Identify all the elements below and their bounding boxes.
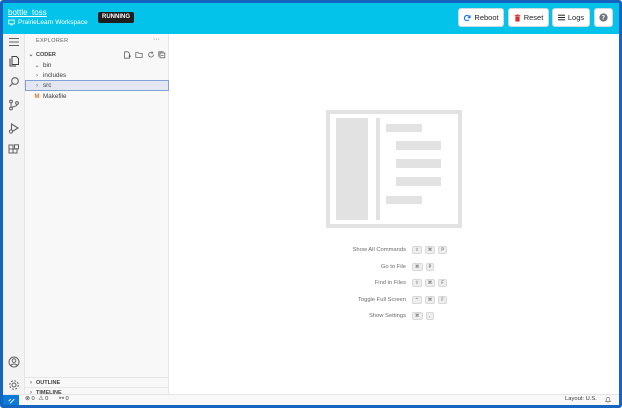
coder-section-label: CODER: [36, 52, 56, 58]
tree-item-label: src: [43, 82, 52, 89]
collapse-all-icon[interactable]: [158, 51, 166, 59]
trash-icon: [514, 13, 521, 21]
workspace-label: PrairieLearn Workspace: [8, 19, 88, 26]
key-cap: ⌘: [424, 246, 436, 254]
new-file-icon[interactable]: [123, 51, 131, 59]
error-count: 0: [31, 396, 35, 402]
reset-label: Reset: [523, 13, 544, 22]
files-icon[interactable]: [8, 55, 20, 67]
explorer-sidebar: EXPLORER ··· ⌄ CODER ⌄ bin › includes › …: [25, 34, 169, 396]
shortcut-keys: ⇧ ⌘ P: [412, 246, 447, 254]
outline-section-header[interactable]: › OUTLINE: [25, 377, 169, 387]
reboot-label: Reboot: [474, 13, 499, 22]
antenna-icon: ⚯: [59, 396, 64, 402]
problems-indicator[interactable]: ⊗ 0 ⚠ 0: [25, 396, 48, 402]
chevron-right-icon: ›: [30, 379, 32, 386]
workspace-header: bottle_toss PrairieLearn Workspace RUNNI…: [3, 3, 619, 34]
notifications-bell-icon[interactable]: [604, 396, 612, 405]
error-icon: ⊗: [25, 396, 30, 402]
refresh-icon: [464, 14, 471, 21]
ports-indicator[interactable]: ⚯ 0: [59, 396, 69, 402]
key-cap: ^: [412, 295, 422, 304]
keyboard-layout[interactable]: Layout: U.S.: [565, 396, 597, 402]
key-cap: ⇧: [412, 279, 422, 288]
shortcut-keys: ⇧ ⌘ F: [412, 279, 447, 288]
shortcut-keys: ^ ⌘ F: [412, 295, 447, 304]
shortcut-row: Show Settings ⌘,: [169, 312, 619, 322]
tree-item-makefile[interactable]: M Makefile: [25, 91, 169, 102]
reset-button[interactable]: Reset: [508, 8, 549, 27]
key-cap: ⇧: [412, 246, 422, 254]
shortcut-row: Show All Commands ⇧ ⌘ P: [169, 246, 619, 256]
status-bar: ⊗ 0 ⚠ 0 ⚯ 0 Layout: U.S.: [3, 394, 619, 405]
key-cap: ,: [425, 312, 434, 321]
chevron-right-icon: ›: [36, 82, 38, 89]
activity-bar: [3, 34, 25, 394]
chevron-down-icon: ⌄: [28, 52, 34, 58]
key-cap: P: [425, 262, 435, 271]
manage-gear-icon[interactable]: [8, 379, 20, 391]
key-cap: ⌘: [412, 312, 423, 321]
coder-section-header[interactable]: ⌄ CODER: [25, 50, 169, 60]
key-cap: ⌘: [424, 295, 436, 304]
editor-area: Show All Commands ⇧ ⌘ P Go to File ⌘ P Find in …: [169, 34, 619, 394]
refresh-explorer-icon[interactable]: [147, 51, 155, 59]
key-cap: P: [438, 246, 447, 254]
desktop-icon: [8, 19, 15, 26]
remote-indicator[interactable]: [3, 395, 19, 405]
extensions-icon[interactable]: [8, 144, 20, 156]
list-icon: [557, 14, 565, 21]
logs-label: Logs: [567, 13, 585, 22]
help-button[interactable]: ?: [594, 8, 613, 27]
key-cap: F: [438, 279, 447, 288]
status-badge: RUNNING: [98, 12, 134, 23]
key-cap: ⌘: [424, 279, 436, 288]
shortcut-row: Go to File ⌘ P: [169, 262, 619, 273]
shortcut-keys: ⌘,: [412, 312, 434, 321]
question-circle-icon: ?: [599, 13, 608, 22]
new-folder-icon[interactable]: [135, 51, 143, 59]
vscode-watermark-logo: [326, 110, 462, 228]
makefile-icon: M: [34, 93, 40, 100]
tree-item-src[interactable]: › src: [25, 80, 169, 91]
shortcut-label[interactable]: Show Settings: [369, 313, 406, 319]
shortcut-label[interactable]: Show All Commands: [353, 247, 406, 253]
more-actions-icon[interactable]: ···: [153, 36, 160, 43]
key-cap: F: [438, 295, 447, 304]
warning-count: 0: [45, 396, 49, 402]
menu-icon[interactable]: [8, 36, 20, 48]
outline-label: OUTLINE: [36, 379, 61, 386]
account-icon[interactable]: [8, 356, 20, 368]
shortcut-label[interactable]: Find in Files: [375, 280, 406, 286]
tree-item-label: Makefile: [43, 93, 67, 100]
key-cap: ⌘: [412, 262, 423, 271]
tree-item-label: bin: [43, 62, 52, 69]
workspace-label-text: PrairieLearn Workspace: [18, 19, 88, 26]
chevron-right-icon: ›: [36, 72, 38, 79]
shortcut-label[interactable]: Toggle Full Screen: [358, 297, 406, 303]
ports-count: 0: [65, 396, 69, 402]
chevron-down-icon: ⌄: [34, 63, 40, 69]
logs-button[interactable]: Logs: [552, 8, 590, 27]
workspace-window: bottle_toss PrairieLearn Workspace RUNNI…: [0, 0, 622, 408]
remote-icon: [7, 398, 15, 404]
shortcut-keys: ⌘ P: [412, 262, 435, 271]
run-debug-icon[interactable]: [8, 122, 20, 134]
tree-item-label: includes: [43, 72, 67, 79]
source-control-icon[interactable]: [8, 99, 20, 111]
warning-icon: ⚠: [38, 396, 44, 402]
project-title-link[interactable]: bottle_toss: [8, 8, 47, 17]
reboot-button[interactable]: Reboot: [458, 8, 504, 27]
shortcut-row: Find in Files ⇧ ⌘ F: [169, 279, 619, 289]
explorer-title: EXPLORER: [36, 38, 69, 44]
shortcut-row: Toggle Full Screen ^ ⌘ F: [169, 295, 619, 306]
shortcut-label[interactable]: Go to File: [381, 264, 406, 270]
search-icon[interactable]: [8, 76, 20, 88]
